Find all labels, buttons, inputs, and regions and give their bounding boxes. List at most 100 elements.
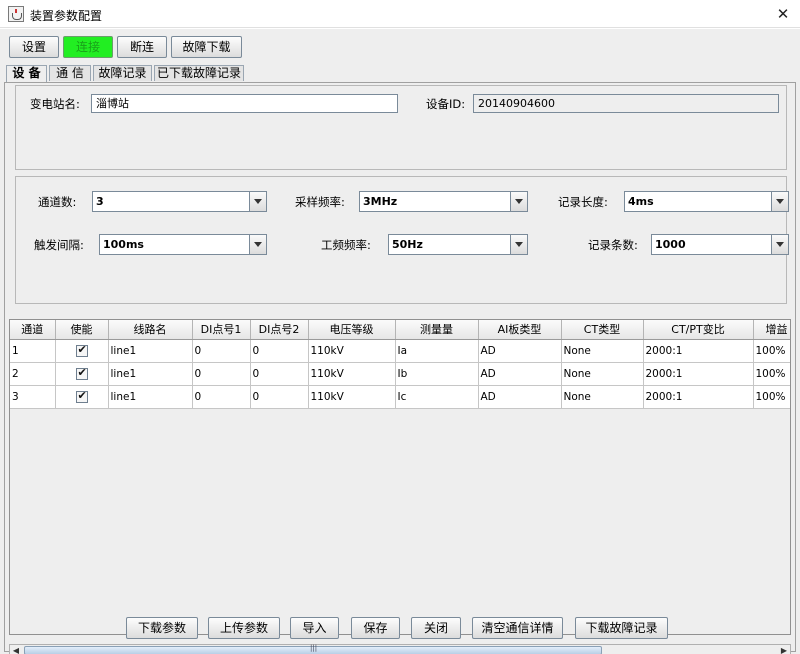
- record-length-value: 4ms: [628, 195, 654, 208]
- record-count-value: 1000: [655, 238, 686, 251]
- column-header[interactable]: 电压等级: [308, 320, 396, 340]
- tab-communication[interactable]: 通 信: [49, 65, 91, 81]
- horizontal-scrollbar[interactable]: ◀ ||| ▶: [9, 644, 791, 654]
- sample-rate-value: 3MHz: [363, 195, 398, 208]
- column-header[interactable]: 使能: [55, 320, 109, 340]
- scroll-left-icon[interactable]: ◀: [10, 645, 22, 654]
- cell-gain[interactable]: 100%: [753, 362, 790, 386]
- table-row[interactable]: 2 line1 0 0 110kV Ib AD None 2000:1 100%: [10, 362, 790, 386]
- cell-gain[interactable]: 100%: [753, 385, 790, 409]
- power-frequency-value: 50Hz: [392, 238, 423, 251]
- cell-di1[interactable]: 0: [192, 385, 251, 409]
- save-button[interactable]: 保存: [351, 617, 400, 639]
- chevron-down-icon[interactable]: [771, 192, 788, 211]
- download-fault-records-button[interactable]: 下载故障记录: [575, 617, 668, 639]
- station-group: 变电站名: 淄博站 设备ID: 20140904600: [15, 85, 787, 170]
- column-header[interactable]: 线路名: [108, 320, 193, 340]
- cell-ratio[interactable]: 2000:1: [643, 339, 754, 363]
- cell-di2[interactable]: 0: [250, 385, 309, 409]
- cell-enabled[interactable]: [55, 385, 109, 409]
- column-header[interactable]: 通道: [10, 320, 56, 340]
- record-count-label: 记录条数:: [588, 238, 638, 252]
- checkbox-checked-icon[interactable]: [75, 343, 88, 357]
- sample-rate-select[interactable]: 3MHz: [359, 191, 528, 212]
- window-content: 设置 连接 断连 故障下载 设 备 通 信 故障记录 已下载故障记录 变电站名:…: [0, 29, 800, 654]
- checkbox-checked-icon[interactable]: [75, 366, 88, 380]
- cell-channel[interactable]: 1: [10, 339, 56, 363]
- close-icon[interactable]: ✕: [772, 3, 794, 25]
- chevron-down-icon[interactable]: [249, 235, 266, 254]
- sample-rate-label: 采样频率:: [295, 195, 345, 209]
- upload-params-button[interactable]: 上传参数: [208, 617, 280, 639]
- channel-count-select[interactable]: 3: [92, 191, 267, 212]
- cell-ratio[interactable]: 2000:1: [643, 385, 754, 409]
- fault-download-button[interactable]: 故障下载: [171, 36, 242, 58]
- scroll-right-icon[interactable]: ▶: [778, 645, 790, 654]
- device-id-field[interactable]: 20140904600: [473, 94, 779, 113]
- cell-gain[interactable]: 100%: [753, 339, 790, 363]
- close-button[interactable]: 关闭: [411, 617, 461, 639]
- channel-count-label: 通道数:: [38, 195, 77, 209]
- settings-button[interactable]: 设置: [9, 36, 59, 58]
- title-bar: 装置参数配置 ✕: [0, 0, 800, 28]
- record-count-select[interactable]: 1000: [651, 234, 789, 255]
- power-frequency-select[interactable]: 50Hz: [388, 234, 528, 255]
- cell-line[interactable]: line1: [108, 362, 193, 386]
- import-button[interactable]: 导入: [290, 617, 339, 639]
- cell-ai-type[interactable]: AD: [478, 385, 562, 409]
- chevron-down-icon[interactable]: [771, 235, 788, 254]
- cell-enabled[interactable]: [55, 339, 109, 363]
- cell-di1[interactable]: 0: [192, 362, 251, 386]
- checkbox-checked-icon[interactable]: [75, 389, 88, 403]
- column-header[interactable]: 测量量: [395, 320, 479, 340]
- station-name-input[interactable]: 淄博站: [91, 94, 398, 113]
- cell-measure[interactable]: Ib: [395, 362, 479, 386]
- column-header[interactable]: 增益: [753, 320, 790, 340]
- cell-di2[interactable]: 0: [250, 362, 309, 386]
- disconnect-button[interactable]: 断连: [117, 36, 167, 58]
- tab-fault-records[interactable]: 故障记录: [93, 65, 152, 81]
- java-cup-icon: [8, 6, 24, 22]
- chevron-down-icon[interactable]: [510, 235, 527, 254]
- table-row[interactable]: 3 line1 0 0 110kV Ic AD None 2000:1 100%: [10, 385, 790, 409]
- cell-di1[interactable]: 0: [192, 339, 251, 363]
- cell-ratio[interactable]: 2000:1: [643, 362, 754, 386]
- cell-voltage[interactable]: 110kV: [308, 362, 396, 386]
- download-params-button[interactable]: 下载参数: [126, 617, 198, 639]
- cell-measure[interactable]: Ic: [395, 385, 479, 409]
- record-length-select[interactable]: 4ms: [624, 191, 789, 212]
- cell-line[interactable]: line1: [108, 339, 193, 363]
- trigger-interval-select[interactable]: 100ms: [99, 234, 267, 255]
- cell-enabled[interactable]: [55, 362, 109, 386]
- tab-downloaded-fault-records[interactable]: 已下载故障记录: [154, 65, 244, 81]
- cell-voltage[interactable]: 110kV: [308, 385, 396, 409]
- cell-ai-type[interactable]: AD: [478, 362, 562, 386]
- cell-ct-type[interactable]: None: [561, 339, 644, 363]
- cell-channel[interactable]: 3: [10, 385, 56, 409]
- cell-channel[interactable]: 2: [10, 362, 56, 386]
- clear-comm-details-button[interactable]: 清空通信详情: [472, 617, 563, 639]
- chevron-down-icon[interactable]: [249, 192, 266, 211]
- cell-line[interactable]: line1: [108, 385, 193, 409]
- connect-button[interactable]: 连接: [63, 36, 113, 58]
- channel-count-value: 3: [96, 195, 104, 208]
- table-row[interactable]: 1 line1 0 0 110kV Ia AD None 2000:1 100%: [10, 339, 790, 363]
- cell-voltage[interactable]: 110kV: [308, 339, 396, 363]
- channel-table[interactable]: 通道 使能 线路名 DI点号1 DI点号2 电压等级 测量量 AI板类型 CT类…: [9, 319, 791, 635]
- cell-ai-type[interactable]: AD: [478, 339, 562, 363]
- station-name-label: 变电站名:: [30, 97, 80, 111]
- cell-ct-type[interactable]: None: [561, 385, 644, 409]
- cell-measure[interactable]: Ia: [395, 339, 479, 363]
- column-header[interactable]: DI点号1: [192, 320, 251, 340]
- column-header[interactable]: CT类型: [561, 320, 644, 340]
- cell-ct-type[interactable]: None: [561, 362, 644, 386]
- column-header[interactable]: CT/PT变比: [643, 320, 754, 340]
- column-header[interactable]: DI点号2: [250, 320, 309, 340]
- column-header[interactable]: AI板类型: [478, 320, 562, 340]
- parameter-group: 通道数: 3 采样频率: 3MHz 记录长度: 4ms 触发间隔: 100ms …: [15, 176, 789, 304]
- scroll-thumb[interactable]: |||: [24, 644, 602, 654]
- tab-device[interactable]: 设 备: [6, 65, 47, 82]
- chevron-down-icon[interactable]: [510, 192, 527, 211]
- table-header: 通道 使能 线路名 DI点号1 DI点号2 电压等级 测量量 AI板类型 CT类…: [10, 320, 790, 340]
- cell-di2[interactable]: 0: [250, 339, 309, 363]
